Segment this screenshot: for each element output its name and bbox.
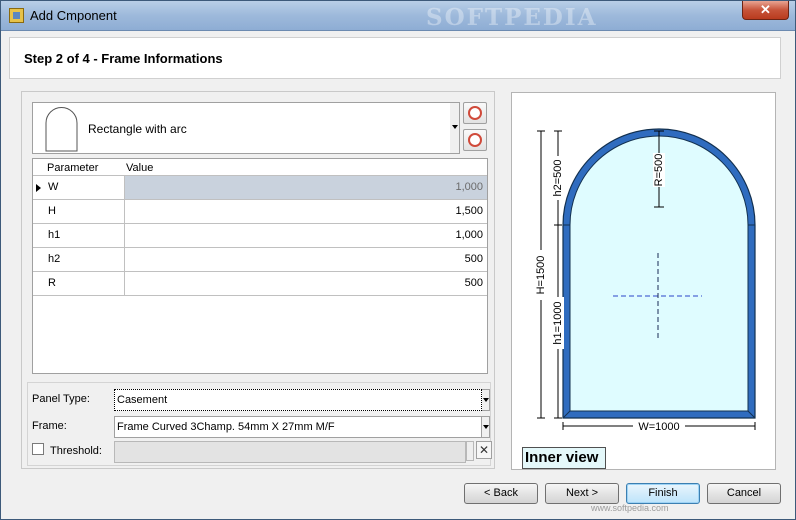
table-row[interactable]: h1 1,000 bbox=[33, 224, 487, 248]
parameters-panel: Rectangle with arc Parameter Value W 1,0… bbox=[21, 91, 495, 469]
threshold-dropdown-arrow bbox=[466, 441, 474, 461]
frame-dropdown-arrow[interactable] bbox=[482, 416, 490, 438]
table-row[interactable]: H 1,500 bbox=[33, 200, 487, 224]
row-selector-icon bbox=[33, 176, 43, 199]
threshold-label: Threshold: bbox=[50, 445, 102, 457]
page-title: Step 2 of 4 - Frame Informations bbox=[24, 51, 223, 66]
panel-type-select[interactable]: Casement bbox=[114, 389, 482, 411]
close-button[interactable]: ✕ bbox=[742, 1, 789, 20]
rotate-left-icon bbox=[468, 106, 482, 120]
window-title: Add Cmponent bbox=[30, 8, 117, 23]
W-dimension-label: W=1000 bbox=[638, 421, 679, 433]
value-cell[interactable]: 500 bbox=[125, 272, 487, 295]
window-preview-drawing: h2=500 R=500 H=1500 h1=1000 W=1000 bbox=[535, 128, 756, 433]
grid-header: Parameter Value bbox=[33, 159, 487, 176]
parameter-cell: h2 bbox=[43, 248, 125, 271]
parameter-cell: R bbox=[43, 272, 125, 295]
value-cell[interactable]: 500 bbox=[125, 248, 487, 271]
value-cell[interactable]: 1,500 bbox=[125, 200, 487, 223]
parameter-cell: W bbox=[43, 176, 125, 199]
H-dimension-label: H=1500 bbox=[535, 256, 547, 295]
parameter-cell: h1 bbox=[43, 224, 125, 247]
frame-select[interactable]: Frame Curved 3Champ. 54mm X 27mm M/F bbox=[114, 416, 482, 438]
footer-watermark: www.softpedia.com bbox=[591, 503, 669, 513]
add-component-dialog: Add Cmponent SOFTPEDIA ✕ Step 2 of 4 - F… bbox=[0, 0, 796, 520]
rotate-left-button[interactable] bbox=[463, 102, 487, 124]
view-label: Inner view bbox=[522, 447, 606, 469]
h1-dimension-label: h1=1000 bbox=[552, 301, 564, 344]
value-cell[interactable]: 1,000 bbox=[125, 224, 487, 247]
rotate-right-button[interactable] bbox=[463, 129, 487, 151]
radius-dimension-label: R=500 bbox=[653, 154, 665, 187]
next-button[interactable]: Next > bbox=[545, 483, 619, 504]
table-row[interactable]: h2 500 bbox=[33, 248, 487, 272]
panel-type-label: Panel Type: bbox=[32, 393, 90, 405]
panel-type-dropdown-arrow[interactable] bbox=[482, 389, 490, 411]
column-header-value[interactable]: Value bbox=[126, 162, 153, 174]
shape-dropdown-value: Rectangle with arc bbox=[88, 122, 187, 136]
threshold-checkbox[interactable] bbox=[32, 443, 44, 455]
frame-label: Frame: bbox=[32, 420, 67, 432]
arc-rectangle-icon bbox=[45, 107, 78, 152]
rotate-right-icon bbox=[468, 133, 482, 147]
finish-button[interactable]: Finish bbox=[626, 483, 700, 504]
value-cell[interactable]: 1,000 bbox=[125, 176, 487, 199]
close-icon: ✕ bbox=[478, 443, 490, 457]
column-header-parameter[interactable]: Parameter bbox=[47, 162, 98, 174]
close-icon: ✕ bbox=[760, 2, 771, 17]
shape-dropdown[interactable]: Rectangle with arc bbox=[32, 102, 460, 154]
shape-dropdown-arrow[interactable] bbox=[450, 102, 460, 154]
cancel-button[interactable]: Cancel bbox=[707, 483, 781, 504]
title-watermark: SOFTPEDIA bbox=[426, 4, 598, 31]
title-bar[interactable]: Add Cmponent SOFTPEDIA ✕ bbox=[1, 1, 795, 31]
table-row[interactable]: R 500 bbox=[33, 272, 487, 296]
parameter-grid: Parameter Value W 1,000 H 1,500 h1 1,000… bbox=[32, 158, 488, 374]
step-header: Step 2 of 4 - Frame Informations bbox=[9, 37, 781, 79]
clear-threshold-button[interactable]: ✕ bbox=[476, 441, 492, 459]
back-button[interactable]: < Back bbox=[464, 483, 538, 504]
h2-dimension-label: h2=500 bbox=[552, 159, 564, 196]
threshold-select bbox=[114, 441, 466, 463]
preview-panel: h2=500 R=500 H=1500 h1=1000 W=1000 Inner… bbox=[511, 92, 776, 470]
table-row[interactable]: W 1,000 bbox=[33, 176, 487, 200]
app-icon bbox=[9, 8, 24, 23]
parameter-cell: H bbox=[43, 200, 125, 223]
frame-properties: Panel Type: Casement Frame: Frame Curved… bbox=[27, 382, 492, 466]
